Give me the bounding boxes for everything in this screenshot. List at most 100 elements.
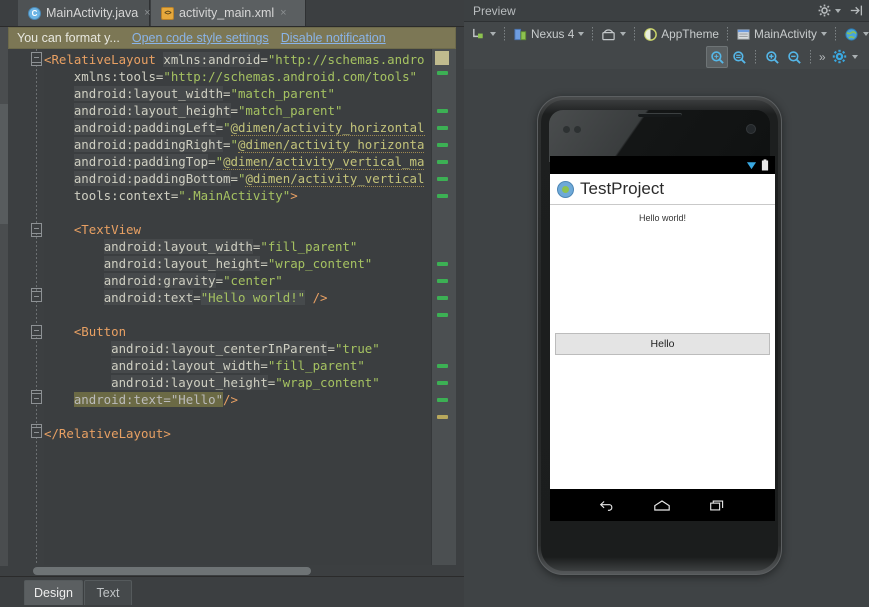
scrollbar-thumb[interactable] xyxy=(33,567,311,575)
toolbar-separator xyxy=(634,26,636,42)
code-token: android:layout_width xyxy=(73,86,224,101)
stripe-marker[interactable] xyxy=(437,143,448,147)
fold-marker-relativelayout[interactable] xyxy=(31,52,42,66)
tab-label: MainActivity.java xyxy=(46,6,139,20)
code-line: android:layout_height="match_parent" xyxy=(44,102,432,119)
code-token: android:paddingTop xyxy=(73,154,209,169)
fold-marker-textview-end[interactable] xyxy=(31,288,42,302)
code-token: @dimen/activity_vertical xyxy=(245,171,425,187)
open-code-style-settings-link[interactable]: Open code style settings xyxy=(132,31,269,45)
code-line: xmlns:tools="http://schemas.android.com/… xyxy=(44,68,432,85)
code-token: @dimen/activity_horizontal xyxy=(230,120,425,136)
stripe-marker[interactable] xyxy=(437,71,448,75)
close-icon[interactable]: × xyxy=(280,7,286,19)
preview-canvas[interactable]: TestProject Hello world! Hello xyxy=(464,69,869,607)
code-token: "match_parent" xyxy=(230,86,335,101)
preview-panel-header: Preview xyxy=(464,0,869,22)
code-text[interactable]: <RelativeLayout xmlns:android="http://sc… xyxy=(44,49,432,565)
editor-horizontal-scrollbar[interactable] xyxy=(28,566,456,576)
fold-marker-textview[interactable] xyxy=(31,223,42,237)
app-action-bar: TestProject xyxy=(550,174,775,205)
code-line: android:layout_width="fill_parent" xyxy=(44,357,432,374)
preview-settings-gear[interactable] xyxy=(829,46,861,68)
code-token: tools:context xyxy=(73,188,171,203)
code-line: android:text="Hello world!" /> xyxy=(44,289,432,306)
code-token: "wrap_content" xyxy=(275,375,380,390)
code-token: xmlns:tools xyxy=(73,69,156,84)
stripe-marker[interactable] xyxy=(437,109,448,113)
close-icon[interactable]: × xyxy=(144,7,150,19)
code-line: </RelativeLayout> xyxy=(44,425,432,442)
preview-hello-button[interactable]: Hello xyxy=(555,333,770,355)
code-line: <TextView xyxy=(44,221,432,238)
device-screen[interactable]: TestProject Hello world! Hello xyxy=(550,156,775,521)
home-icon[interactable] xyxy=(653,498,671,513)
tab-design[interactable]: Design xyxy=(24,580,83,605)
editor-tab-mainactivity-java[interactable]: C MainActivity.java × xyxy=(18,0,151,26)
code-line: android:paddingRight="@dimen/activity_ho… xyxy=(44,136,432,153)
gear-icon[interactable] xyxy=(818,4,841,17)
code-token: <Button xyxy=(73,324,127,339)
toolbar-separator xyxy=(504,26,505,42)
chevron-down-icon xyxy=(862,32,869,36)
stripe-marker[interactable] xyxy=(437,279,448,283)
stripe-marker[interactable] xyxy=(437,160,448,164)
code-token: android:text xyxy=(103,290,194,305)
stripe-marker[interactable] xyxy=(437,313,448,317)
code-token: android:layout_height xyxy=(111,375,268,390)
editor-tab-bar: C MainActivity.java × <> activity_main.x… xyxy=(0,0,464,27)
java-class-icon: C xyxy=(28,6,41,20)
code-editor[interactable]: <RelativeLayout xmlns:android="http://sc… xyxy=(8,49,456,565)
stripe-status-square[interactable] xyxy=(435,51,449,65)
zoom-in-button[interactable] xyxy=(761,46,783,68)
theme-selector[interactable]: AppTheme xyxy=(640,23,722,45)
activity-selector[interactable]: MainActivity xyxy=(733,23,830,45)
code-token: "Hello world!" xyxy=(200,290,306,305)
disable-notification-link[interactable]: Disable notification xyxy=(281,31,386,45)
overflow-button[interactable]: » xyxy=(816,46,829,68)
zoom-actual-size-button[interactable] xyxy=(728,46,750,68)
fold-marker-button[interactable] xyxy=(31,325,42,339)
code-token: <RelativeLayout xyxy=(44,52,156,67)
orientation-selector[interactable] xyxy=(598,23,629,45)
recents-icon[interactable] xyxy=(709,498,726,513)
code-token: = xyxy=(260,256,268,271)
stripe-marker[interactable] xyxy=(437,262,448,266)
back-icon[interactable] xyxy=(599,498,616,513)
locale-selector[interactable] xyxy=(841,23,869,45)
device-selector[interactable]: Nexus 4 xyxy=(510,23,587,45)
zoom-out-button[interactable] xyxy=(783,46,805,68)
fold-marker-button-end[interactable] xyxy=(31,390,42,404)
stripe-marker[interactable] xyxy=(437,364,448,368)
stripe-marker[interactable] xyxy=(437,126,448,130)
fold-marker-relativelayout-end[interactable] xyxy=(31,424,42,438)
preview-toolbar: Nexus 4 AppTheme MainActivity » xyxy=(464,22,869,70)
editor-tab-activity-main-xml[interactable]: <> activity_main.xml × xyxy=(151,0,306,26)
stripe-marker[interactable] xyxy=(437,177,448,181)
stripe-marker[interactable] xyxy=(437,398,448,402)
code-token: "http://schemas.android.com/tools" xyxy=(163,69,418,84)
stripe-marker[interactable] xyxy=(437,415,448,419)
editor-left-scroll-indicator[interactable] xyxy=(0,104,8,224)
app-content-area: Hello world! Hello xyxy=(550,205,775,521)
stripe-marker[interactable] xyxy=(437,194,448,198)
stripe-marker[interactable] xyxy=(437,296,448,300)
stripe-marker[interactable] xyxy=(437,381,448,385)
code-token: android:paddingRight xyxy=(73,137,224,152)
code-token: "fill_parent" xyxy=(267,358,365,373)
code-token: = xyxy=(260,52,268,67)
zoom-to-fit-button[interactable] xyxy=(706,46,728,68)
tab-text[interactable]: Text xyxy=(84,580,132,605)
hide-panel-icon[interactable] xyxy=(850,4,863,17)
code-token: = xyxy=(260,358,268,373)
configuration-icon-button[interactable] xyxy=(468,23,499,45)
code-token: = xyxy=(215,120,224,135)
code-line: android:paddingTop="@dimen/activity_vert… xyxy=(44,153,432,170)
editor-gutter[interactable] xyxy=(8,49,44,565)
inspection-stripe[interactable] xyxy=(431,49,456,565)
